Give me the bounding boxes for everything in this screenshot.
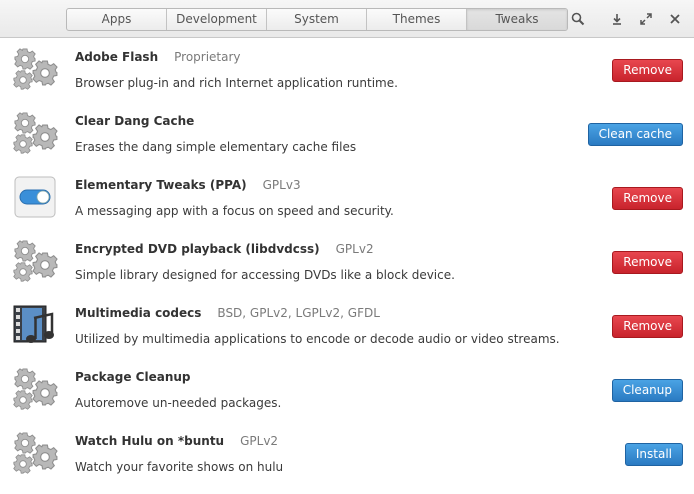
gears-icon	[12, 110, 58, 156]
item-name: Clear Dang Cache	[75, 114, 195, 128]
item-license: GPLv3	[262, 178, 301, 192]
item-name: Elementary Tweaks (PPA)	[75, 178, 247, 192]
gears-icon	[12, 366, 58, 412]
close-icon[interactable]	[668, 12, 682, 26]
item-title: Clear Dang Cache	[75, 114, 194, 128]
list-item: Watch Hulu on *buntu GPLv2 Watch your fav…	[0, 422, 694, 486]
item-name: Multimedia codecs	[75, 306, 202, 320]
expand-icon[interactable]	[639, 12, 653, 26]
item-title: Package Cleanup	[75, 370, 191, 384]
list-item: Adobe Flash Proprietary Browser plug-in a…	[0, 38, 694, 102]
item-name: Encrypted DVD playback (libdvdcss)	[75, 242, 320, 256]
tab-development[interactable]: Development	[167, 9, 267, 30]
item-license: BSD, GPLv2, LGPLv2, GFDL	[217, 306, 380, 320]
item-license: GPLv2	[240, 434, 279, 448]
multimedia-icon	[12, 302, 58, 348]
list-item: Elementary Tweaks (PPA) GPLv3 A messaging…	[0, 166, 694, 230]
tab-tweaks[interactable]: Tweaks	[467, 9, 567, 30]
clean-cache-button[interactable]: Clean cache	[587, 123, 683, 146]
remove-button[interactable]: Remove	[612, 315, 683, 338]
item-description: Watch your favorite shows on hulu	[75, 460, 284, 474]
tab-themes[interactable]: Themes	[367, 9, 467, 30]
remove-button[interactable]: Remove	[612, 59, 683, 82]
list-item: Multimedia codecs BSD, GPLv2, LGPLv2, GFD…	[0, 294, 694, 358]
toolbar: Apps Development System Themes Tweaks	[0, 0, 694, 38]
item-description: Simple library designed for accessing DV…	[75, 268, 455, 282]
item-name: Watch Hulu on *buntu	[75, 434, 225, 448]
item-description: Autoremove un-needed packages.	[75, 396, 282, 410]
cleanup-button[interactable]: Cleanup	[611, 379, 683, 402]
item-title: Elementary Tweaks (PPA) GPLv3	[75, 178, 301, 192]
item-title: Adobe Flash Proprietary	[75, 50, 241, 64]
item-license: GPLv2	[335, 242, 374, 256]
gears-icon	[12, 238, 58, 284]
item-title: Watch Hulu on *buntu GPLv2	[75, 434, 278, 448]
remove-button[interactable]: Remove	[612, 187, 683, 210]
list-item: Clear Dang Cache Erases the dang simple …	[0, 102, 694, 166]
gears-icon	[12, 430, 58, 476]
gears-icon	[12, 46, 58, 92]
item-name: Adobe Flash	[75, 50, 159, 64]
install-button[interactable]: Install	[624, 443, 683, 466]
category-tabs: Apps Development System Themes Tweaks	[66, 8, 568, 31]
download-icon[interactable]	[610, 12, 624, 26]
tweak-list: Adobe Flash Proprietary Browser plug-in a…	[0, 38, 694, 486]
list-item: Encrypted DVD playback (libdvdcss) GPLv2 …	[0, 230, 694, 294]
item-title: Multimedia codecs BSD, GPLv2, LGPLv2, GFD…	[75, 306, 380, 320]
remove-button[interactable]: Remove	[612, 251, 683, 274]
item-description: A messaging app with a focus on speed an…	[75, 204, 394, 218]
item-license: Proprietary	[174, 50, 241, 64]
toggle-switch-icon	[12, 174, 58, 220]
item-description: Browser plug-in and rich Internet applic…	[75, 76, 398, 90]
tab-system[interactable]: System	[267, 9, 367, 30]
search-icon[interactable]	[571, 12, 585, 26]
item-description: Utilized by multimedia applications to e…	[75, 332, 560, 346]
item-description: Erases the dang simple elementary cache …	[75, 140, 357, 154]
item-title: Encrypted DVD playback (libdvdcss) GPLv2	[75, 242, 374, 256]
list-item: Package Cleanup Autoremove un-needed pac…	[0, 358, 694, 422]
item-name: Package Cleanup	[75, 370, 191, 384]
tab-apps[interactable]: Apps	[67, 9, 167, 30]
